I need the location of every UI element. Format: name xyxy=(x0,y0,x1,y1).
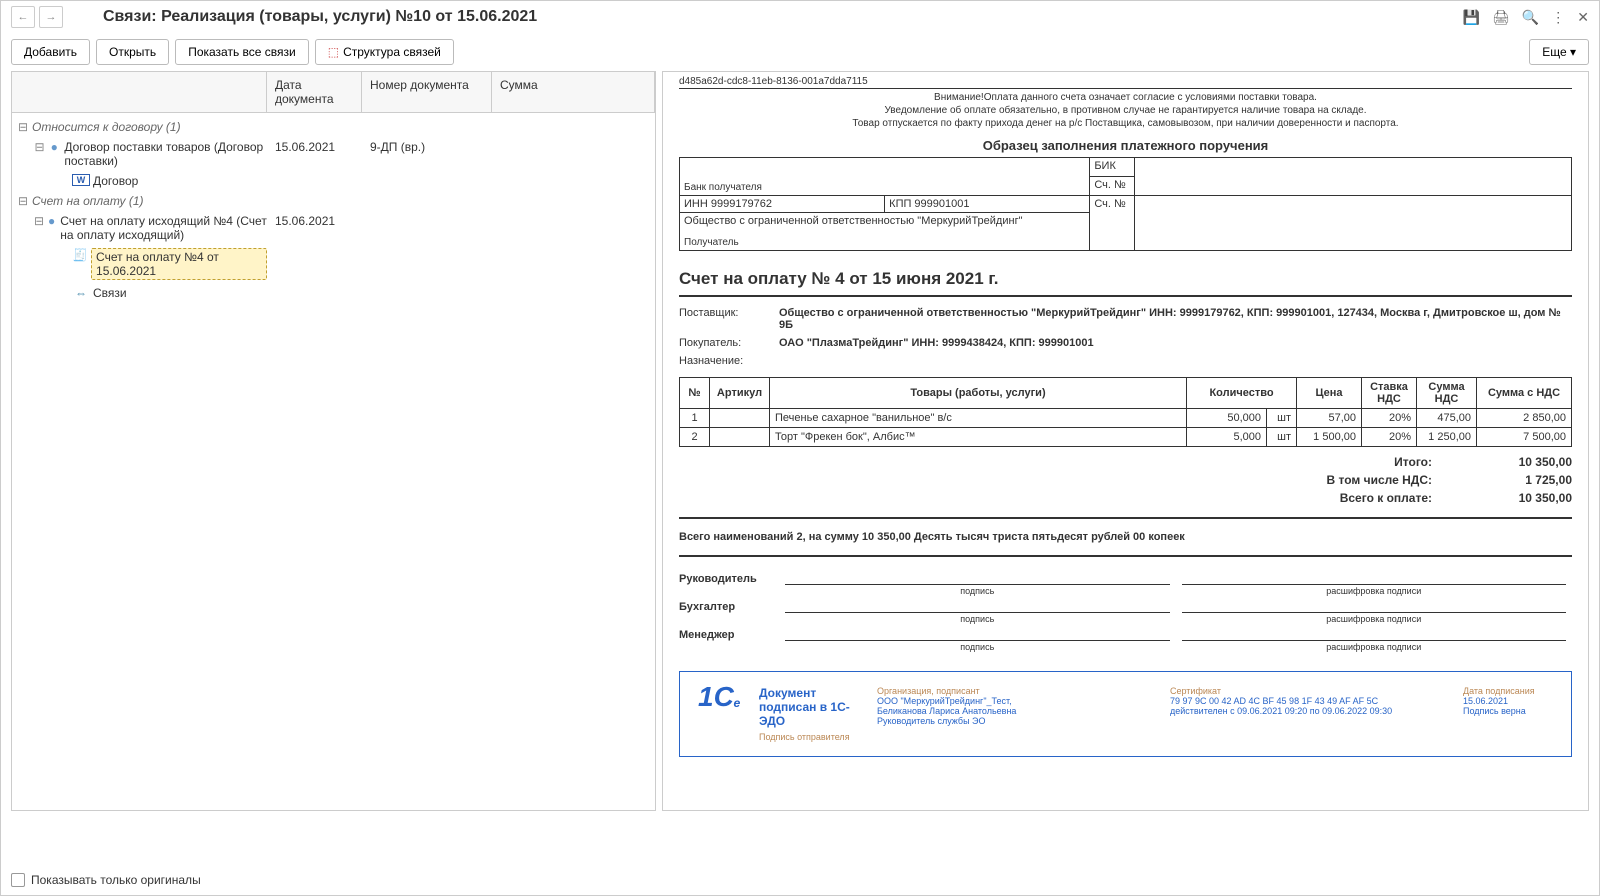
notice-text: Внимание!Оплата данного счета означает с… xyxy=(679,91,1572,130)
preview-panel[interactable]: d485a62d-cdc8-11eb-8136-001a7dda7115 Вни… xyxy=(662,71,1589,811)
tree-panel: Дата документа Номер документа Сумма ⊟От… xyxy=(11,71,656,811)
col-header-sum[interactable]: Сумма xyxy=(492,72,655,112)
sample-title: Образец заполнения платежного поручения xyxy=(679,138,1572,153)
page-title: Связи: Реализация (товары, услуги) №10 о… xyxy=(103,8,537,26)
tree-item[interactable]: ⊟●Договор поставки товаров (Договор пост… xyxy=(12,137,655,171)
collapse-icon[interactable]: ⊟ xyxy=(34,214,44,228)
tree-attachment-selected[interactable]: 🧾Счет на оплату №4 от 15.06.2021 xyxy=(12,245,655,283)
amount-in-words: Всего наименований 2, на сумму 10 350,00… xyxy=(679,531,1572,543)
menu-icon[interactable]: ⋮ xyxy=(1551,9,1565,26)
totals-block: Итого:10 350,00 В том числе НДС:1 725,00… xyxy=(679,453,1572,507)
table-row: 1Печенье сахарное "ванильное" в/с50,000ш… xyxy=(680,409,1572,428)
tree-attachment[interactable]: WДоговор xyxy=(12,171,655,191)
nav-forward-button[interactable]: → xyxy=(39,6,63,28)
arrow-right-icon: → xyxy=(46,11,57,23)
add-button[interactable]: Добавить xyxy=(11,39,90,65)
invoice-icon: 🧾 xyxy=(72,248,88,262)
col-header-name[interactable] xyxy=(12,72,267,112)
word-icon: W xyxy=(72,174,90,186)
tree-group[interactable]: ⊟Счет на оплату (1) xyxy=(12,191,655,211)
originals-label: Показывать только оригиналы xyxy=(31,873,201,887)
items-table: №АртикулТовары (работы, услуги) Количест… xyxy=(679,377,1572,447)
arrow-left-icon: ← xyxy=(18,11,29,23)
tree-group[interactable]: ⊟Относится к договору (1) xyxy=(12,117,655,137)
doc-guid: d485a62d-cdc8-11eb-8136-001a7dda7115 xyxy=(679,76,1572,89)
table-row: 2Торт "Фрекен бок", Албис™5,000шт1 500,0… xyxy=(680,428,1572,447)
collapse-icon[interactable]: ⊟ xyxy=(16,194,30,208)
sign-head: Руководительподписьрасшифровка подписи xyxy=(679,573,1572,585)
logo-1c-icon: 1Cₑ xyxy=(698,686,741,742)
close-icon[interactable]: ✕ xyxy=(1577,9,1589,26)
collapse-icon[interactable]: ⊟ xyxy=(34,140,45,154)
collapse-icon[interactable]: ⊟ xyxy=(16,120,30,134)
bank-table: Банк получателяБИК Сч. № ИНН 9999179762К… xyxy=(679,157,1572,251)
open-button[interactable]: Открыть xyxy=(96,39,169,65)
tree-item[interactable]: ⊟●Счет на оплату исходящий №4 (Счет на о… xyxy=(12,211,655,245)
sign-accountant: Бухгалтерподписьрасшифровка подписи xyxy=(679,601,1572,613)
invoice-title: Счет на оплату № 4 от 15 июня 2021 г. xyxy=(679,269,1572,289)
more-button[interactable]: Еще ▾ xyxy=(1529,39,1589,65)
show-all-button[interactable]: Показать все связи xyxy=(175,39,309,65)
structure-icon: ⬚ xyxy=(328,45,339,59)
col-header-num[interactable]: Номер документа xyxy=(362,72,492,112)
print-icon[interactable]: 🖨 xyxy=(1492,9,1510,26)
nav-back-button[interactable]: ← xyxy=(11,6,35,28)
search-icon[interactable]: 🔍 xyxy=(1522,9,1539,26)
chevron-down-icon: ▾ xyxy=(1570,45,1576,59)
save-icon[interactable]: 💾 xyxy=(1463,9,1480,26)
col-header-date[interactable]: Дата документа xyxy=(267,72,362,112)
structure-button[interactable]: ⬚Структура связей xyxy=(315,39,454,65)
dot-icon: ● xyxy=(47,140,61,154)
dot-icon: ● xyxy=(46,214,57,228)
edo-seal: 1Cₑ Документ подписан в 1С-ЭДО Подпись о… xyxy=(679,671,1572,757)
sign-manager: Менеджерподписьрасшифровка подписи xyxy=(679,629,1572,641)
link-icon: ⇔ xyxy=(72,286,90,300)
tree-attachment[interactable]: ⇔Связи xyxy=(12,283,655,303)
originals-checkbox[interactable] xyxy=(11,873,25,887)
